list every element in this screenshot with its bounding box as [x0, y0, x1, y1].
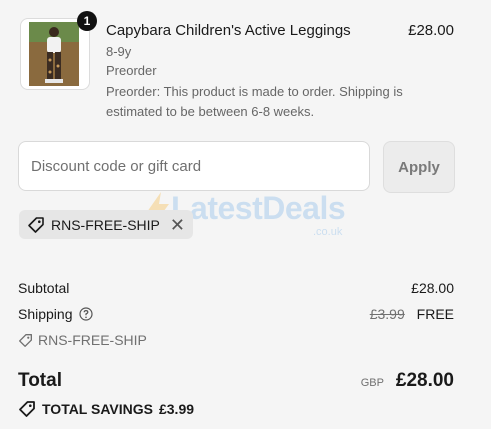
savings-label: TOTAL SAVINGS [42, 401, 153, 417]
shipping-discount-row: RNS-FREE-SHIP [18, 332, 454, 348]
total-row: Total GBP £28.00 [18, 370, 454, 392]
apply-button[interactable]: Apply [383, 141, 455, 193]
total-label: Total [18, 370, 62, 391]
shipping-original-price: £3.99 [369, 306, 405, 322]
line-item: 1 Capybara Children's Active Leggings £2… [18, 11, 458, 128]
tag-icon [27, 216, 45, 234]
savings-row: TOTAL SAVINGS £3.99 [18, 400, 454, 418]
product-title: Capybara Children's Active Leggings [106, 22, 351, 39]
watermark-domain: .co.uk [313, 226, 343, 238]
watermark-text: LatestDeals [171, 190, 346, 226]
currency-code: GBP [360, 377, 384, 389]
product-photo-icon [29, 22, 79, 86]
total-value: £28.00 [395, 370, 454, 391]
shipping-label: Shipping [18, 306, 73, 322]
tag-icon [18, 400, 36, 418]
subtotal-label: Subtotal [18, 280, 70, 296]
help-icon[interactable] [78, 307, 93, 321]
product-price: £28.00 [408, 22, 454, 39]
applied-code-label: RNS-FREE-SHIP [51, 216, 160, 233]
subtotal-value: £28.00 [411, 280, 454, 296]
product-thumbnail: 1 [20, 11, 97, 90]
product-status: Preorder [106, 63, 157, 78]
savings-value: £3.99 [158, 401, 195, 417]
discount-code-input[interactable] [18, 141, 370, 191]
remove-code-button[interactable]: ✕ [170, 216, 185, 234]
shipping-row: Shipping £3.99 FREE [18, 306, 454, 322]
shipping-discount-code: RNS-FREE-SHIP [38, 332, 147, 348]
product-note: Preorder: This product is made to order.… [106, 84, 403, 119]
quantity-badge: 1 [77, 11, 97, 31]
applied-discount-chip: RNS-FREE-SHIP ✕ [19, 210, 193, 239]
tag-icon [18, 333, 33, 348]
shipping-value: FREE [416, 306, 454, 322]
subtotal-row: Subtotal £28.00 [18, 280, 454, 296]
product-variant: 8-9y [106, 44, 132, 59]
